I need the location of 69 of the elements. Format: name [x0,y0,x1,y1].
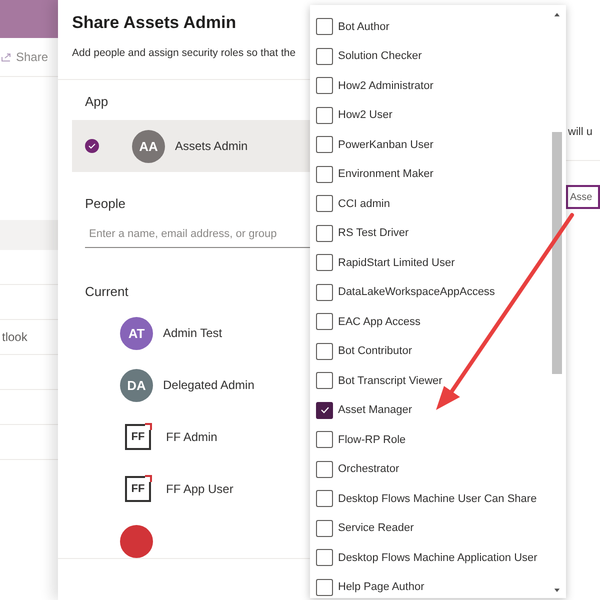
scroll-up-icon [553,11,561,19]
role-label[interactable]: How2 Administrator [338,80,434,92]
checkbox[interactable] [316,136,333,154]
checkbox[interactable] [316,195,333,212]
role-label[interactable]: Bot Transcript Viewer [338,374,442,387]
role-label[interactable]: How2 User [338,109,392,122]
user-name: Admin Test [163,326,222,340]
scrollbar-thumb[interactable] [552,132,562,374]
role-label[interactable]: Orchestrator [338,463,400,476]
checkbox[interactable] [316,431,333,448]
role-label[interactable]: Bot Contributor [338,345,412,358]
app-name: Assets Admin [175,139,248,153]
checkbox[interactable] [316,254,333,272]
checkbox[interactable] [316,18,333,36]
role-label[interactable]: DataLakeWorkspaceAppAccess [338,286,495,298]
panel-subtitle: Add people and assign security roles so that the [71,46,297,61]
logo-icon: FF [125,424,151,450]
user-name: FF App User [166,482,234,496]
section-heading: App [84,94,110,109]
table-header [0,220,58,250]
check-icon[interactable] [85,139,99,153]
checkbox[interactable] [316,224,333,242]
role-label[interactable]: RS Test Driver [338,227,409,240]
role-label[interactable]: EAC App Access [338,316,421,328]
checkbox[interactable] [316,520,333,537]
role-label[interactable]: Desktop Flows Machine User Can Share [338,492,537,505]
checkbox[interactable] [316,313,333,330]
role-label[interactable]: Asset Manager [338,404,412,416]
role-label[interactable]: CCI admin [338,198,390,210]
avatar: AA [132,130,165,162]
role-label[interactable]: Bot Author [338,20,390,33]
role-input-field[interactable]: Asse [566,185,600,209]
checkbox[interactable] [316,578,333,596]
role-label[interactable]: Help Page Author [338,581,424,594]
checkbox[interactable] [316,402,333,419]
checkbox[interactable] [316,460,333,478]
checkbox[interactable] [316,342,333,360]
description-text: will u [568,126,594,138]
row-text: tlook [2,330,28,344]
checkbox[interactable] [316,372,333,390]
logo-icon: FF [125,476,151,502]
share-button[interactable]: Share [16,50,48,64]
tick-icon [320,405,330,416]
checkbox[interactable] [316,549,333,566]
checkbox[interactable] [316,77,333,94]
role-label[interactable]: Solution Checker [338,50,422,62]
user-name: Delegated Admin [163,378,254,392]
role-label[interactable]: Flow-RP Role [338,434,406,446]
role-label[interactable]: Desktop Flows Machine Application User [338,552,538,564]
top-bar [0,0,58,38]
section-heading: People [84,196,126,211]
share-icon [0,51,12,63]
role-label[interactable]: PowerKanban User [338,138,434,151]
checkbox[interactable] [316,48,333,65]
avatar: DA [120,368,153,402]
checkbox[interactable] [316,166,333,183]
panel-title: Share Assets Admin [71,12,238,34]
checkbox[interactable] [316,490,333,508]
role-label[interactable]: Environment Maker [338,168,434,180]
role-label[interactable]: Service Reader [338,522,414,534]
checkbox[interactable] [316,106,333,124]
avatar: AT [120,316,153,350]
tick-icon [88,142,96,150]
checkbox[interactable] [316,284,333,301]
app-row[interactable]: AA Assets Admin [72,120,310,172]
section-heading: Current [84,284,130,299]
role-label[interactable]: RapidStart Limited User [338,256,455,269]
user-name: FF Admin [166,430,218,444]
scroll-down-icon [553,586,561,594]
